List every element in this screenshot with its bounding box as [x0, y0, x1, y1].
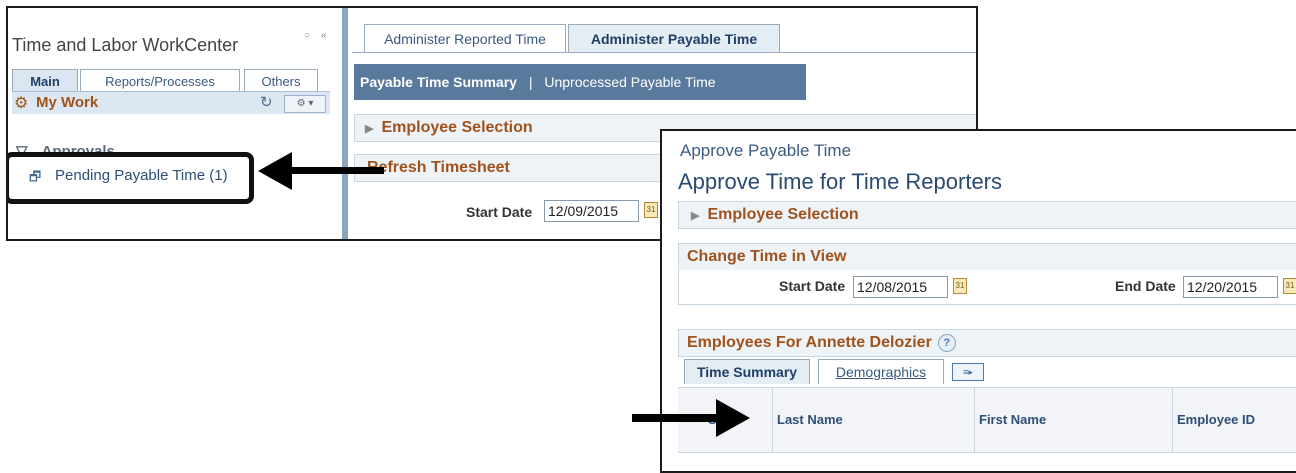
calendar-icon[interactable]: 31 [644, 202, 658, 218]
workcenter-title: Time and Labor WorkCenter [12, 35, 239, 55]
tab-administer-reported-time[interactable]: Administer Reported Time [364, 24, 566, 53]
employee-selection-section[interactable]: ▶ Employee Selection [678, 201, 1296, 229]
tab-time-summary[interactable]: Time Summary [684, 359, 810, 384]
show-all-columns-icon[interactable]: ≡▸ [952, 363, 984, 381]
window-icon: 🗗 [29, 169, 42, 184]
column-first-name[interactable]: First Name [974, 388, 1169, 452]
approve-time-screenshot: Approve Payable Time Approve Time for Ti… [660, 129, 1296, 473]
refresh-timesheet-label: Refresh Timesheet [367, 159, 510, 176]
employee-selection-label: Employee Selection [707, 206, 859, 223]
expand-icon: ▶ [691, 210, 700, 222]
refresh-icon[interactable]: ↻ [260, 93, 273, 111]
pending-payable-time-link[interactable]: 🗗 Pending Payable Time (1) [8, 152, 254, 204]
start-date-field[interactable]: 12/09/2015 [544, 200, 639, 222]
employee-selection-label: Employee Selection [381, 119, 533, 136]
window-controls-icon[interactable]: ○ « [304, 30, 330, 41]
employees-for-section: Employees For Annette Delozier? [678, 329, 1296, 357]
gear-icon: ⚙ [14, 95, 29, 112]
expand-icon: ▶ [365, 123, 374, 135]
tab-others[interactable]: Others [244, 69, 318, 92]
grid-header: S Last Name First Name Employee ID [678, 387, 1296, 453]
tab-divider [352, 52, 976, 53]
end-calendar-icon[interactable]: 31 [1283, 278, 1296, 294]
change-time-in-view-section: Change Time in View [678, 243, 1296, 271]
tab-reports-processes[interactable]: Reports/Processes [80, 69, 240, 92]
start-date-field[interactable]: 12/08/2015 [853, 276, 948, 298]
start-date-label: Start Date [466, 204, 533, 220]
settings-menu-button[interactable]: ⚙ ▾ [284, 95, 326, 113]
pending-payable-time-label[interactable]: Pending Payable Time (1) [55, 167, 228, 184]
page-title: Approve Time for Time Reporters [678, 169, 1003, 194]
unprocessed-payable-time-link[interactable]: Unprocessed Payable Time [544, 74, 715, 90]
nav-separator: | [528, 74, 533, 90]
pagelet-nav-bar: Payable Time Summary | Unprocessed Payab… [354, 64, 806, 100]
column-employee-id[interactable]: Employee ID [1172, 388, 1296, 452]
workcenter-pane: Time and Labor WorkCenter ○ « Main Repor… [8, 8, 340, 239]
start-calendar-icon[interactable]: 31 [953, 278, 967, 294]
end-date-label: End Date [1115, 278, 1176, 294]
payable-time-summary-link[interactable]: Payable Time Summary [360, 74, 517, 90]
date-range-area: Start Date 12/08/2015 31 End Date 12/20/… [678, 270, 1296, 305]
breadcrumb: Approve Payable Time [680, 141, 852, 160]
change-time-in-view-label: Change Time in View [687, 248, 847, 265]
help-icon[interactable]: ? [937, 333, 956, 352]
employees-for-label: Employees For Annette Delozier [687, 334, 932, 351]
my-work-label: My Work [36, 94, 99, 111]
start-date-label: Start Date [779, 278, 846, 294]
end-date-field[interactable]: 12/20/2015 [1183, 276, 1278, 298]
tab-administer-payable-time[interactable]: Administer Payable Time [568, 24, 780, 53]
workcenter-tabs: Main Reports/Processes Others [12, 69, 338, 92]
tab-demographics[interactable]: Demographics [818, 359, 944, 384]
my-work-header: ⚙ My Work ↻ ⚙ ▾ [12, 91, 330, 114]
tab-main[interactable]: Main [12, 69, 78, 92]
column-last-name[interactable]: Last Name [772, 388, 973, 452]
